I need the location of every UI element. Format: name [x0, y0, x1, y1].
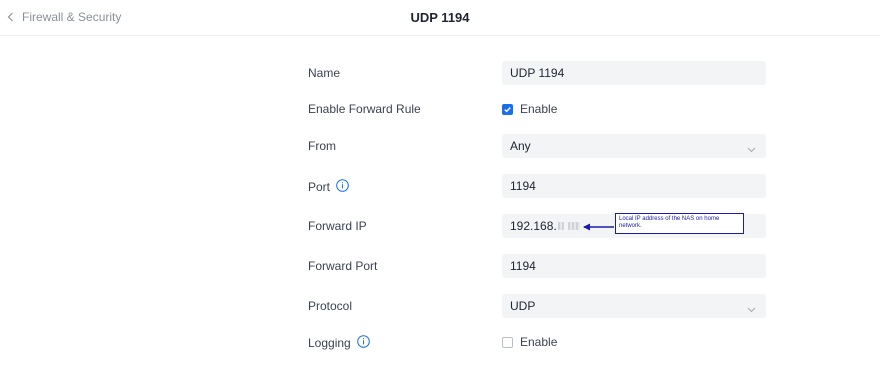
logging-label: Logging — [308, 336, 351, 350]
logging-label-row: Logging — [308, 331, 370, 355]
check-icon — [504, 106, 511, 112]
name-value: UDP 1194 — [510, 66, 565, 80]
logging-checkbox-label: Enable — [520, 335, 558, 349]
port-input[interactable]: 1194 — [502, 174, 766, 198]
protocol-select[interactable]: UDP — [502, 294, 766, 318]
chevron-down-icon — [747, 302, 756, 316]
top-bar: Firewall & Security UDP 1194 — [0, 0, 880, 36]
forward-port-input[interactable]: 1194 — [502, 254, 766, 278]
checkbox-checked[interactable] — [502, 103, 513, 115]
forward-ip-value: 192.168. — [510, 219, 557, 233]
info-icon[interactable] — [336, 179, 349, 195]
annotation-callout: Local IP address of the NAS on home netw… — [615, 213, 744, 234]
enable-forward-rule-checkbox-label: Enable — [520, 102, 558, 116]
checkbox-unchecked[interactable] — [502, 336, 513, 348]
name-label: Name — [308, 66, 341, 80]
chevron-down-icon — [747, 142, 756, 156]
forward-port-label: Forward Port — [308, 259, 378, 273]
page-title: UDP 1194 — [410, 10, 470, 25]
protocol-label: Protocol — [308, 299, 353, 313]
from-label: From — [308, 139, 336, 153]
arrow-left-icon — [582, 219, 616, 237]
from-select[interactable]: Any — [502, 134, 766, 158]
forward-ip-label: Forward IP — [308, 219, 367, 233]
forward-port-value: 1194 — [510, 259, 536, 273]
enable-forward-rule-checkbox[interactable]: Enable — [502, 97, 557, 121]
port-label-row: Port — [308, 175, 349, 199]
redacted-octet — [567, 222, 580, 230]
port-value: 1194 — [510, 179, 536, 193]
redacted-octet — [557, 222, 564, 230]
name-input[interactable]: UDP 1194 — [502, 61, 766, 85]
port-label: Port — [308, 180, 331, 194]
enable-forward-rule-label: Enable Forward Rule — [308, 102, 421, 116]
from-value: Any — [510, 139, 531, 153]
info-icon[interactable] — [356, 335, 370, 351]
logging-checkbox[interactable]: Enable — [502, 330, 557, 354]
protocol-value: UDP — [510, 299, 536, 313]
